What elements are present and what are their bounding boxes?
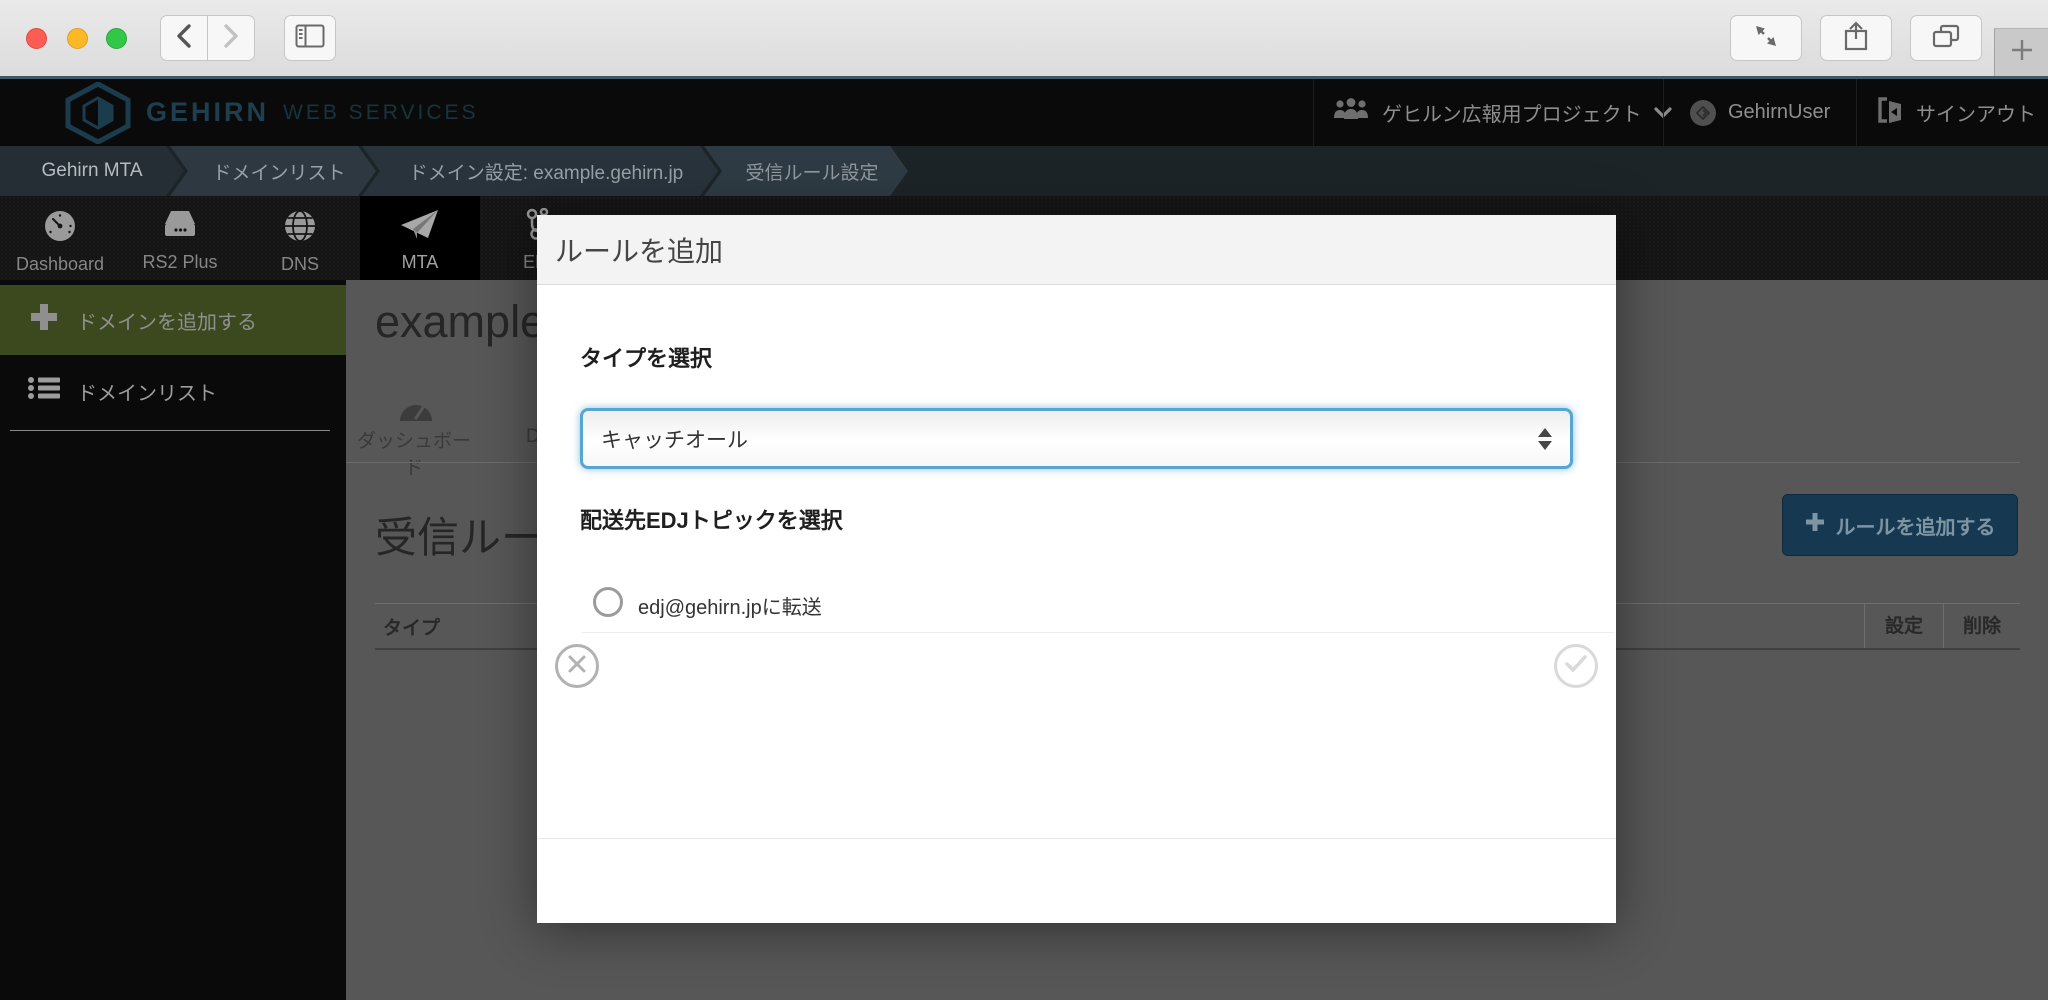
chevron-left-icon [175,23,193,54]
tab-dashboard[interactable]: ダッシュボード [348,426,480,480]
topic-radio-label: edj@gehirn.jpに転送 [638,597,822,619]
nav-item-dashboard[interactable]: Dashboard [0,196,120,280]
signout-door-icon [1876,96,1904,130]
select-spinner-icon [1538,427,1552,450]
type-select-label: タイプを選択 [580,346,713,371]
type-select[interactable]: キャッチオール [580,408,1573,469]
screenshot-root: GEHIRN WEB SERVICES ゲヒルン広報用プロジェクト Gehirn… [0,0,2048,1000]
close-window-button[interactable] [26,28,47,49]
server-icon [162,208,198,247]
gehirn-logo-icon[interactable] [62,81,134,149]
sidebar-toggle-button[interactable] [284,15,336,61]
avatar [1690,99,1716,126]
close-icon [567,654,587,679]
back-button[interactable] [160,15,208,61]
topic-radio[interactable] [593,587,623,617]
user-name: GehirnUser [1728,101,1831,123]
nav-item-rs2-plus[interactable]: RS2 Plus [120,196,240,280]
paper-plane-icon [400,208,440,247]
modal-title: ルールを追加 [555,235,724,267]
overlapping-tabs-icon [1932,24,1960,53]
signout-label: サインアウト [1916,104,2036,126]
minimize-window-button[interactable] [67,28,88,49]
user-menu[interactable]: GehirnUser [1690,79,1830,146]
chevron-right-icon [222,23,240,54]
brand-tagline: WEB SERVICES [283,100,479,124]
project-selector[interactable]: ゲヒルン広報用プロジェクト [1332,79,1672,146]
header-divider [1663,79,1664,146]
list-icon [28,376,60,406]
modal-confirm-button[interactable] [1554,644,1598,688]
header-divider [1856,79,1857,146]
header-divider [1313,79,1314,146]
type-select-value: キャッチオール [601,428,748,452]
site-header: GEHIRN WEB SERVICES ゲヒルン広報用プロジェクト Gehirn… [0,79,2048,146]
domain-sidebar: ドメインを追加する ドメインリスト [0,280,346,1000]
gauge-icon [42,208,78,249]
share-icon [1844,20,1868,56]
add-rule-button[interactable]: ルールを追加する [1782,494,2018,556]
brand-name: GEHIRN [146,97,270,127]
add-rule-modal: ルールを追加 タイプを選択 キャッチオール 配送先EDJトピックを選択 edj@… [537,215,1616,923]
gauge-icon [398,394,434,427]
plus-icon [28,301,60,339]
new-tab-button[interactable] [1994,28,2048,76]
column-delete: 削除 [1943,604,2020,648]
nav-item-mta[interactable]: MTA [360,196,480,280]
breadcrumb-item-gehirn-mta[interactable]: Gehirn MTA [0,146,184,196]
plus-icon [1805,512,1825,538]
signout-button[interactable]: サインアウト [1876,79,2036,146]
check-icon [1564,654,1588,679]
modal-header: ルールを追加 [537,215,1616,285]
plus-icon [2010,38,2034,67]
zoom-window-button[interactable] [106,28,127,49]
sidebar-panel-icon [295,24,325,53]
people-group-icon [1332,97,1370,128]
modal-footer [537,838,1616,923]
breadcrumb: Gehirn MTA ドメインリスト ドメイン設定: example.gehir… [0,146,2048,196]
tab-overview-button[interactable] [1910,15,1982,61]
topic-select-label: 配送先EDJトピックを選択 [580,508,843,533]
project-name: ゲヒルン広報用プロジェクト [1382,104,1642,126]
fullscreen-button[interactable] [1730,15,1802,61]
sidebar-item-domain-list[interactable]: ドメインリスト [0,355,346,427]
nav-item-dns[interactable]: DNS [240,196,360,280]
breadcrumb-item-receive-rules[interactable]: 受信ルール設定 [704,146,908,196]
forward-button[interactable] [207,15,255,61]
modal-cancel-button[interactable] [555,644,599,688]
brand-wordmark: GEHIRN WEB SERVICES [146,79,479,146]
breadcrumb-item-domain-list[interactable]: ドメインリスト [170,146,376,196]
browser-toolbar [0,0,2048,76]
sidebar-divider [10,430,330,431]
share-button[interactable] [1820,15,1892,61]
breadcrumb-item-domain-settings[interactable]: ドメイン設定: example.gehirn.jp [362,146,718,196]
globe-icon [282,208,318,249]
expand-arrows-icon [1753,23,1779,54]
sidebar-item-add-domain[interactable]: ドメインを追加する [0,285,346,355]
modal-divider [582,632,1614,633]
column-settings: 設定 [1864,604,1943,648]
